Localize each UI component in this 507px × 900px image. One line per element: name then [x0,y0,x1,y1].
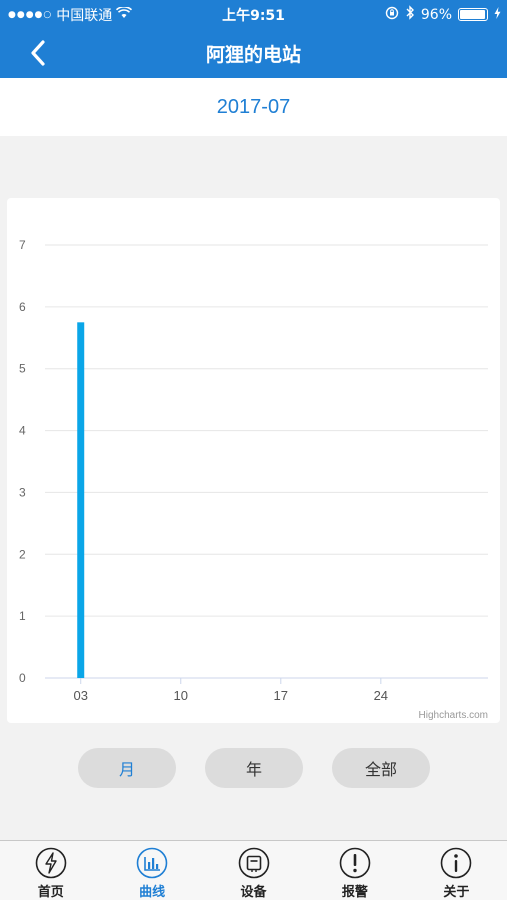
tab-device[interactable]: 设备 [203,841,304,900]
tab-curve-label: 曲线 [139,885,166,900]
y-tick-label: 0 [19,671,26,685]
tab-alarm-label: 报警 [341,885,368,900]
tab-alarm[interactable]: 报警 [304,841,405,900]
y-tick-label: 4 [19,424,26,438]
chart-card: 0 1 2 3 4 5 6 7 03 10 17 24 Highcharts.com [7,198,500,723]
energy-chart: 0 1 2 3 4 5 6 7 03 10 17 24 Highcharts.com [19,238,488,721]
bluetooth-icon [405,5,415,24]
y-tick-label: 5 [19,362,26,376]
month-button[interactable]: 月 [78,748,176,788]
date-selector-bar: 2017-07 [0,78,507,136]
battery-percent: 96% [420,6,452,23]
status-bar-right: 96% [385,5,501,24]
rotation-lock-icon [385,6,399,24]
y-tick-label: 3 [19,485,26,499]
year-button[interactable]: 年 [205,748,303,788]
y-tick-label: 7 [19,238,26,252]
battery-level [460,10,485,19]
x-tick-label: 10 [174,688,188,703]
tab-about[interactable]: 关于 [406,841,507,900]
tab-home-label: 首页 [37,885,64,900]
tab-curve[interactable]: 曲线 [101,841,202,900]
info-icon [441,847,472,879]
nav-bar: 阿狸的电站 [0,28,507,78]
page-title: 阿狸的电站 [205,44,301,66]
tab-device-label: 设备 [240,885,267,900]
status-bar: ●●●●○ 中国联通 上午9:51 96% [0,0,507,28]
x-tick-label: 03 [73,688,87,703]
device-icon [238,847,269,879]
tab-about-label: 关于 [443,885,470,900]
date-selector[interactable]: 2017-07 [217,96,290,119]
period-button-row: 月 年 全部 [0,748,507,788]
charging-icon [494,6,501,23]
tab-bar: 首页 曲线 设备 报警 关于 [0,840,507,900]
y-tick-label: 6 [19,300,26,314]
x-tick-label: 17 [274,688,288,703]
battery-icon [458,8,488,21]
y-tick-label: 1 [19,609,26,623]
alert-icon [339,847,371,879]
bar-chart-icon [136,847,168,879]
tab-home[interactable]: 首页 [0,841,101,900]
y-tick-label: 2 [19,547,26,561]
lightning-icon [35,847,67,879]
x-tick-label: 24 [374,688,388,703]
chart-credit: Highcharts.com [419,710,488,721]
all-button[interactable]: 全部 [332,748,430,788]
chart-bar [77,322,85,678]
